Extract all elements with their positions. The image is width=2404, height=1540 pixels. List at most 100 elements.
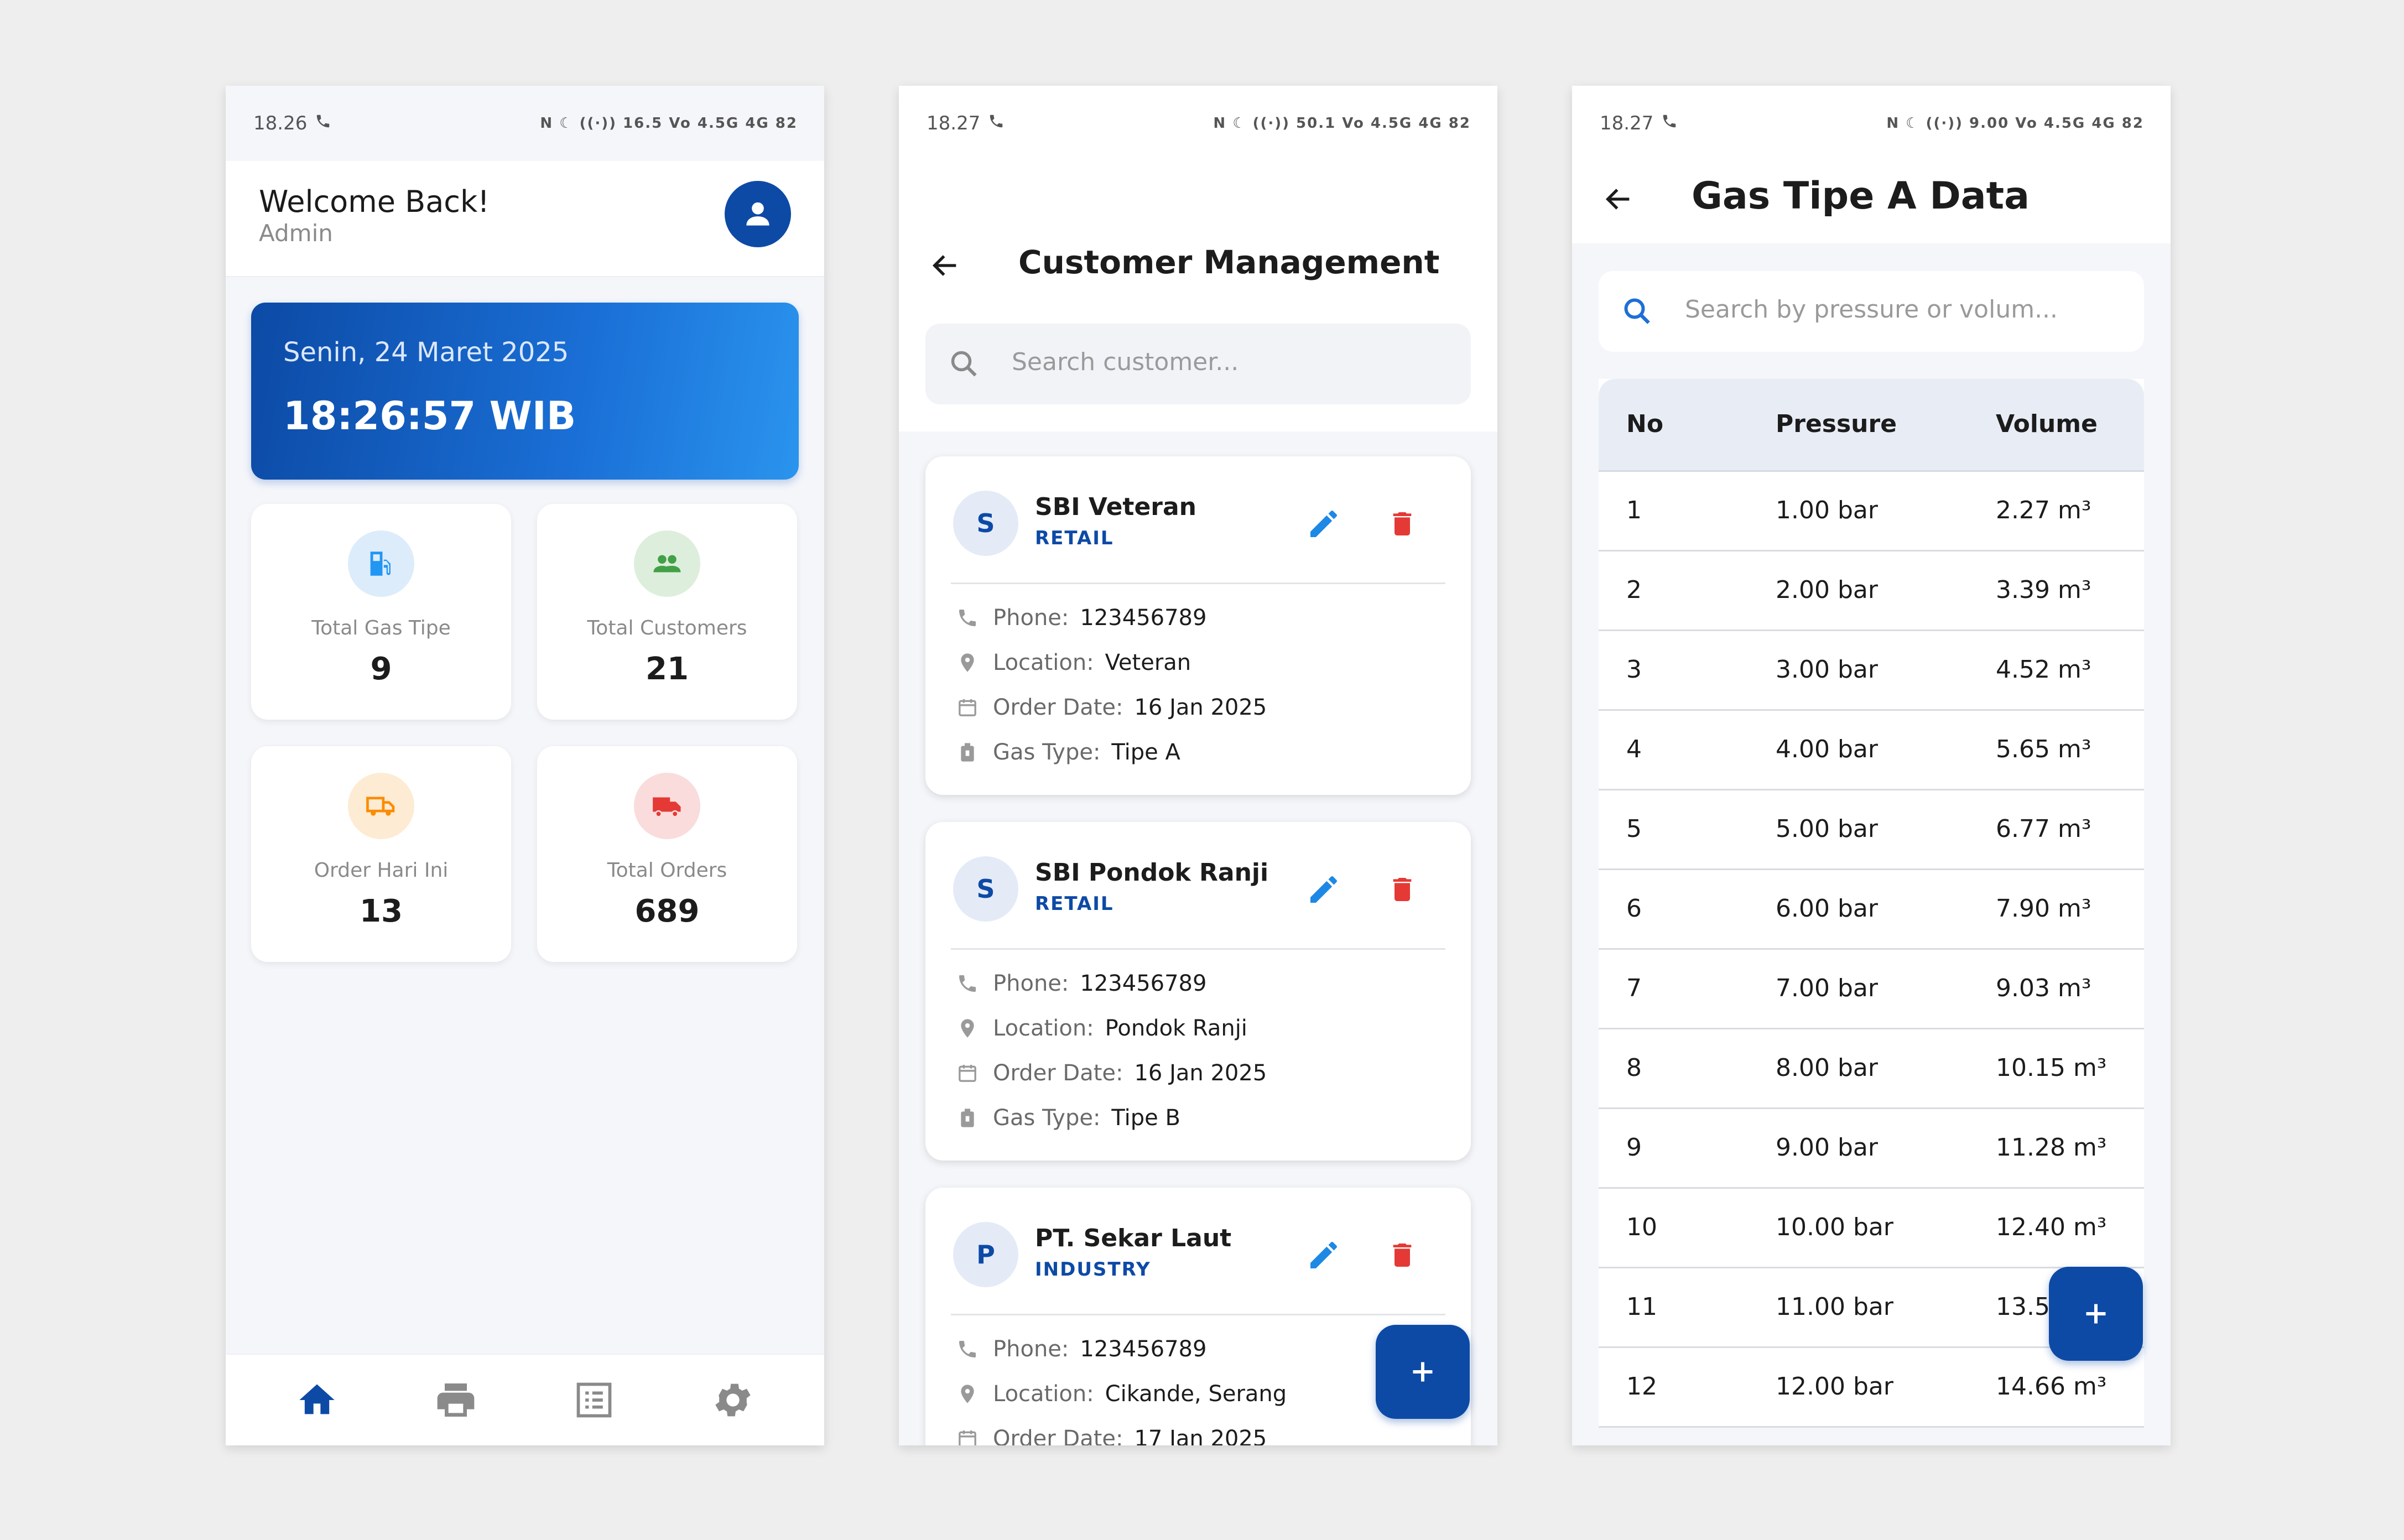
customer-phone-row: Phone: 123456789 bbox=[953, 1333, 1206, 1366]
cell-pressure: 7.00 bar bbox=[1776, 974, 1878, 1002]
stat-value: 9 bbox=[370, 651, 392, 687]
column-header-volume[interactable]: Volume bbox=[1996, 410, 2098, 438]
row-value: 123456789 bbox=[1080, 971, 1207, 996]
edit-button[interactable] bbox=[1302, 502, 1346, 546]
column-header-no[interactable]: No bbox=[1626, 410, 1663, 438]
table-row[interactable]: 2 2.00 bar 3.39 m³ bbox=[1599, 552, 2144, 631]
search-placeholder: Search by pressure or volum... bbox=[1685, 295, 2058, 324]
back-button[interactable] bbox=[1596, 177, 1641, 221]
customer-type: RETAIL bbox=[1035, 893, 1114, 915]
welcome-title: Welcome Back! bbox=[259, 184, 490, 219]
row-value: Tipe A bbox=[1111, 740, 1180, 765]
cell-no: 3 bbox=[1626, 655, 1642, 684]
column-header-pressure[interactable]: Pressure bbox=[1776, 410, 1897, 438]
cell-volume: 7.90 m³ bbox=[1996, 894, 2091, 923]
stat-card-order-hari-ini[interactable]: Order Hari Ini 13 bbox=[251, 746, 511, 962]
table-row[interactable]: 1 1.00 bar 2.27 m³ bbox=[1599, 472, 2144, 552]
table-row[interactable]: 5 5.00 bar 6.77 m³ bbox=[1599, 790, 2144, 870]
current-date: Senin, 24 Maret 2025 bbox=[283, 337, 569, 368]
cell-no: 9 bbox=[1626, 1133, 1642, 1162]
edit-button[interactable] bbox=[1302, 867, 1346, 912]
table-row[interactable]: 8 8.00 bar 10.15 m³ bbox=[1599, 1029, 2144, 1109]
customer-management-screen: 18.27 N ☾ ((·)) 50.1 Vo 4.5G 4G 82 Custo… bbox=[899, 86, 1497, 1445]
cell-volume: 10.15 m³ bbox=[1996, 1054, 2107, 1082]
list-icon bbox=[576, 1382, 612, 1418]
people-icon bbox=[634, 530, 700, 597]
row-key: Location: bbox=[993, 1381, 1094, 1407]
table-row[interactable]: 12 12.00 bar 14.66 m³ bbox=[1599, 1348, 2144, 1428]
status-indicators: N ☾ ((·)) 9.00 Vo 4.5G 4G 82 bbox=[1886, 115, 2144, 132]
table-row[interactable]: 9 9.00 bar 11.28 m³ bbox=[1599, 1109, 2144, 1189]
cell-pressure: 4.00 bar bbox=[1776, 735, 1878, 763]
stat-label: Total Gas Tipe bbox=[311, 617, 451, 639]
printer-icon bbox=[437, 1383, 475, 1417]
customer-location-row: Location: Veteran bbox=[953, 646, 1191, 679]
delete-button[interactable] bbox=[1380, 867, 1424, 912]
gas-pump-icon bbox=[348, 530, 414, 597]
nav-print[interactable] bbox=[420, 1364, 492, 1436]
add-customer-button[interactable] bbox=[1376, 1325, 1470, 1419]
plus-icon bbox=[1413, 1362, 1433, 1382]
cell-no: 10 bbox=[1626, 1213, 1657, 1241]
edit-button[interactable] bbox=[1302, 1233, 1346, 1277]
truck-icon bbox=[348, 773, 414, 839]
stat-card-total-orders[interactable]: Total Orders 689 bbox=[537, 746, 797, 962]
nav-home[interactable] bbox=[281, 1364, 353, 1436]
cell-volume: 2.27 m³ bbox=[1996, 496, 2091, 524]
customer-card[interactable]: S SBI Veteran RETAIL Phone: 123456789 Lo… bbox=[925, 456, 1471, 795]
row-key: Phone: bbox=[993, 971, 1069, 996]
cell-no: 1 bbox=[1626, 496, 1642, 524]
phone-icon bbox=[953, 969, 982, 998]
cell-pressure: 10.00 bar bbox=[1776, 1213, 1893, 1241]
status-indicators: N ☾ ((·)) 16.5 Vo 4.5G 4G 82 bbox=[540, 115, 798, 132]
trash-icon bbox=[1393, 512, 1412, 535]
cell-pressure: 1.00 bar bbox=[1776, 496, 1878, 524]
status-bar: 18.27 N ☾ ((·)) 9.00 Vo 4.5G 4G 82 bbox=[1572, 86, 2171, 161]
nav-list[interactable] bbox=[558, 1364, 630, 1436]
plus-icon bbox=[2086, 1304, 2106, 1324]
table-row[interactable]: 3 3.00 bar 4.52 m³ bbox=[1599, 631, 2144, 711]
card-divider bbox=[951, 582, 1445, 584]
cell-volume: 11.28 m³ bbox=[1996, 1133, 2107, 1162]
customer-initial-avatar: S bbox=[953, 856, 1018, 922]
cell-pressure: 2.00 bar bbox=[1776, 576, 1878, 604]
bottom-navigation bbox=[226, 1354, 824, 1445]
stat-label: Total Customers bbox=[587, 617, 747, 639]
stat-card-total-gas-tipe[interactable]: Total Gas Tipe 9 bbox=[251, 504, 511, 720]
customer-search-input[interactable]: Search customer... bbox=[925, 324, 1471, 404]
table-row[interactable]: 4 4.00 bar 5.65 m³ bbox=[1599, 711, 2144, 790]
customer-card[interactable]: S SBI Pondok Ranji RETAIL Phone: 1234567… bbox=[925, 822, 1471, 1161]
table-row[interactable]: 7 7.00 bar 9.03 m³ bbox=[1599, 950, 2144, 1029]
customer-order-date-row: Order Date: 16 Jan 2025 bbox=[953, 691, 1267, 724]
search-icon bbox=[1624, 298, 1650, 324]
table-row[interactable]: 10 10.00 bar 12.40 m³ bbox=[1599, 1189, 2144, 1268]
customer-gas-type-row: Gas Type: Tipe B bbox=[953, 1101, 1180, 1135]
trash-icon bbox=[1393, 878, 1412, 901]
row-key: Gas Type: bbox=[993, 740, 1101, 765]
person-icon bbox=[746, 202, 769, 226]
cell-pressure: 6.00 bar bbox=[1776, 894, 1878, 923]
customer-name: PT. Sekar Laut bbox=[1035, 1224, 1232, 1252]
status-time: 18.27 bbox=[1600, 112, 1654, 134]
back-button[interactable] bbox=[923, 243, 967, 288]
cell-pressure: 9.00 bar bbox=[1776, 1133, 1878, 1162]
nav-settings[interactable] bbox=[697, 1364, 769, 1436]
profile-avatar-button[interactable] bbox=[725, 181, 791, 247]
delete-button[interactable] bbox=[1380, 502, 1424, 546]
gas-data-search-input[interactable]: Search by pressure or volum... bbox=[1599, 271, 2144, 352]
add-gas-data-button[interactable] bbox=[2049, 1267, 2143, 1361]
cell-volume: 5.65 m³ bbox=[1996, 735, 2091, 763]
row-value: Tipe B bbox=[1111, 1105, 1180, 1131]
delete-button[interactable] bbox=[1380, 1233, 1424, 1277]
card-divider bbox=[951, 1314, 1445, 1315]
customer-phone-row: Phone: 123456789 bbox=[953, 601, 1206, 634]
status-bar: 18.26 N ☾ ((·)) 16.5 Vo 4.5G 4G 82 bbox=[226, 86, 824, 161]
phone-icon bbox=[953, 603, 982, 632]
stat-value: 13 bbox=[360, 893, 403, 929]
arrow-back-icon bbox=[932, 255, 956, 276]
edit-pencil-icon bbox=[1310, 511, 1337, 537]
gas-cylinder-icon bbox=[953, 738, 982, 767]
stat-card-total-customers[interactable]: Total Customers 21 bbox=[537, 504, 797, 720]
current-time: 18:26:57 WIB bbox=[283, 393, 576, 439]
table-row[interactable]: 6 6.00 bar 7.90 m³ bbox=[1599, 870, 2144, 950]
